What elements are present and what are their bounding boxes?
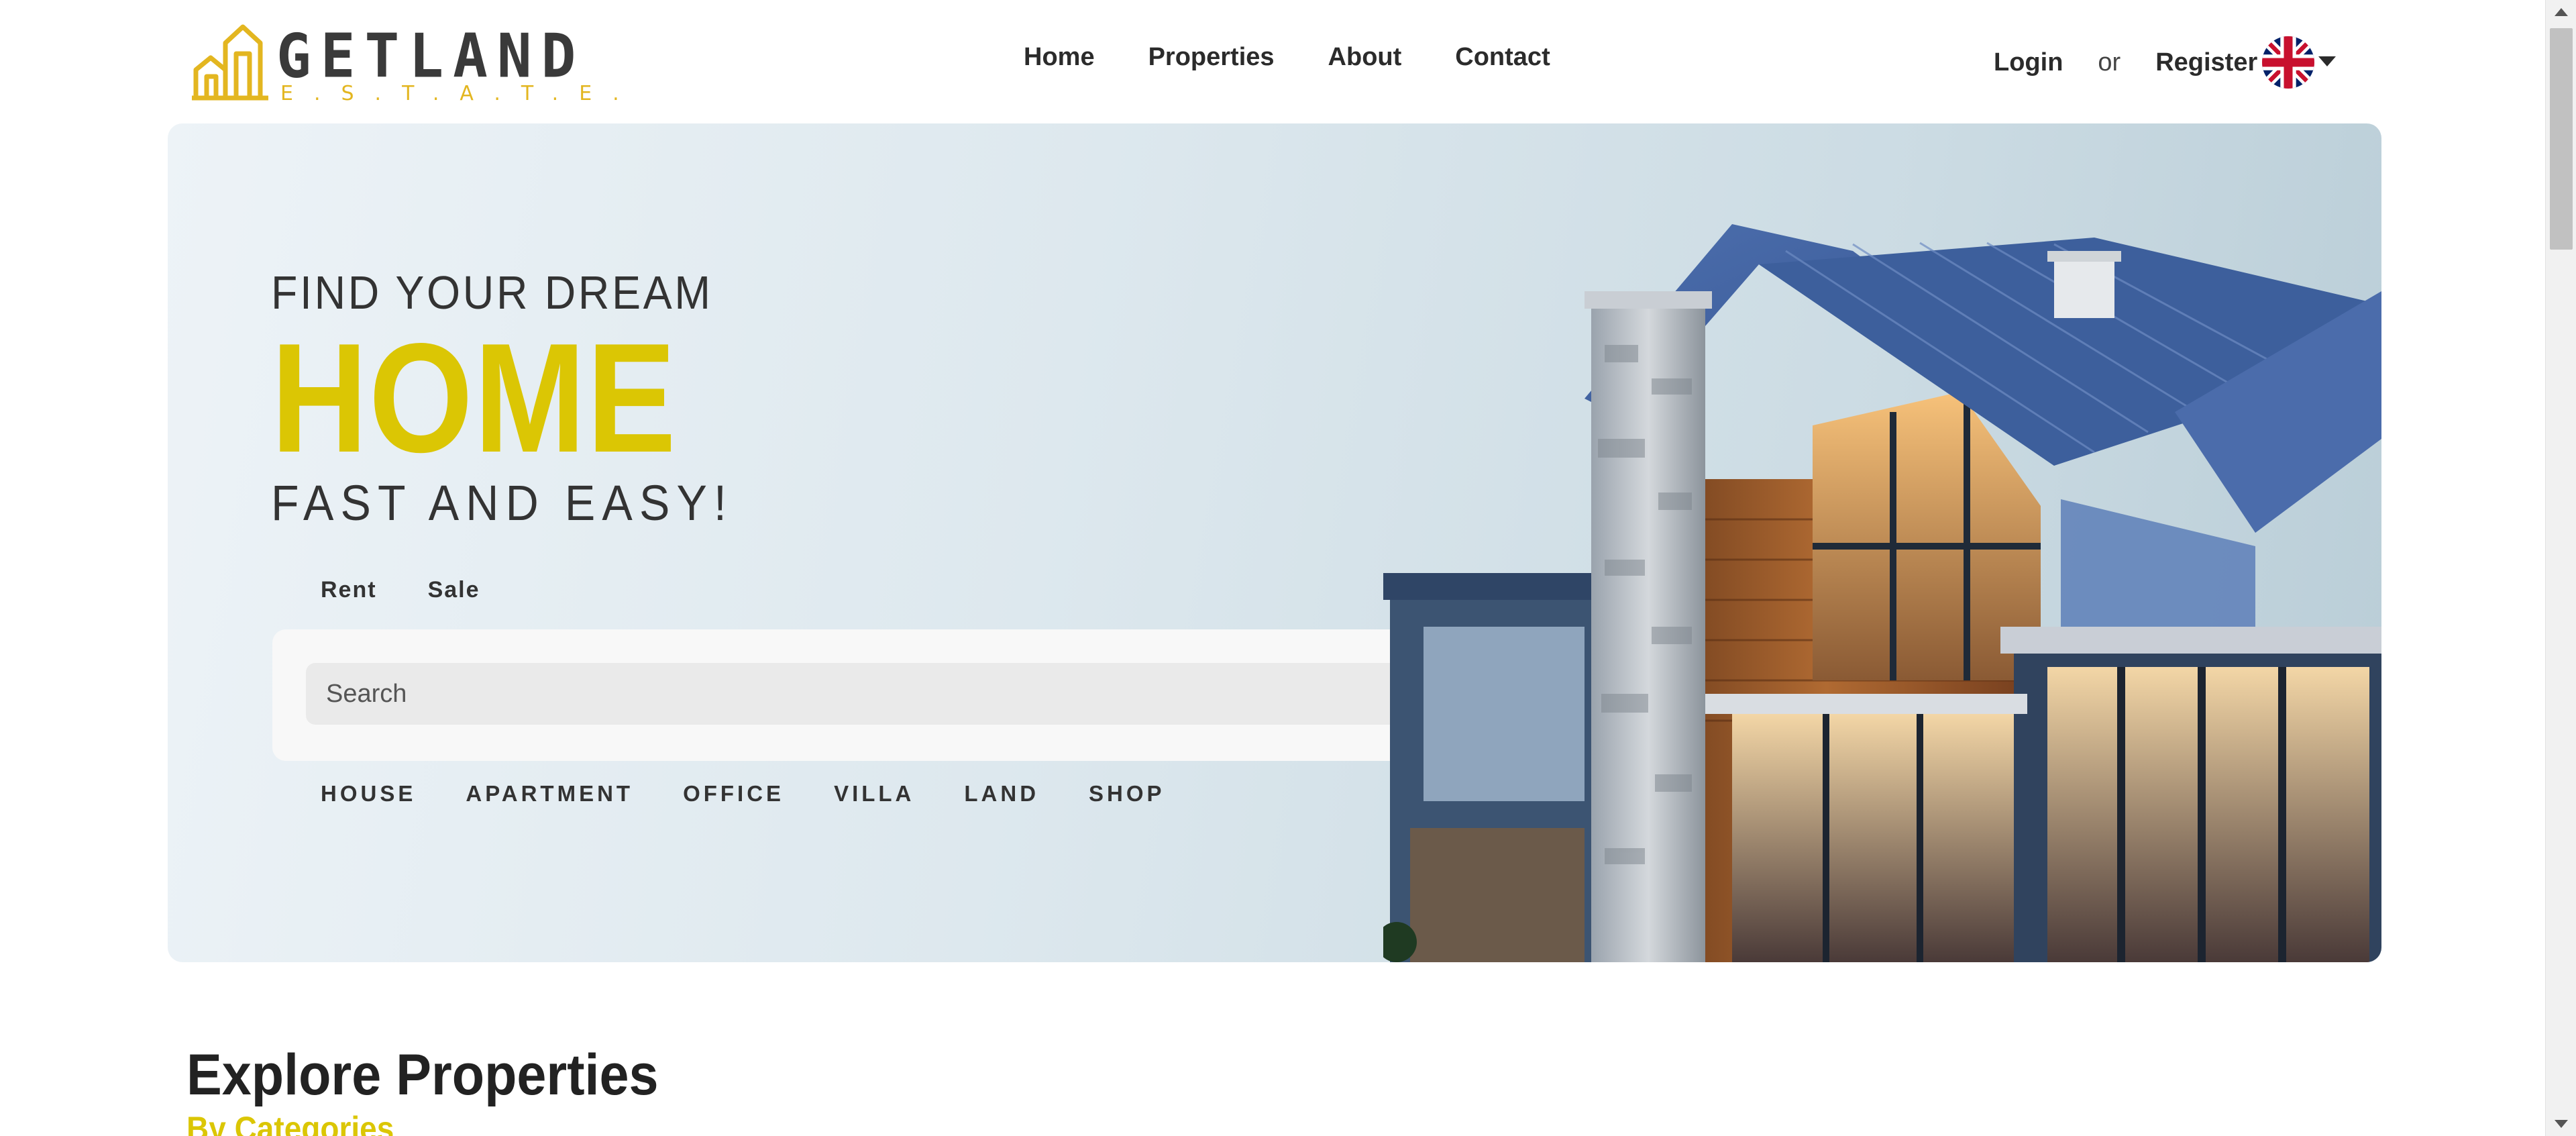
type-shop[interactable]: SHOP xyxy=(1089,781,1165,807)
deal-type-tabs: Rent Sale xyxy=(321,577,531,603)
type-house[interactable]: HOUSE xyxy=(321,781,416,807)
nav-home[interactable]: Home xyxy=(1024,40,1095,74)
type-villa[interactable]: VILLA xyxy=(834,781,914,807)
login-link[interactable]: Login xyxy=(1994,48,2063,77)
tab-rent[interactable]: Rent xyxy=(321,577,377,603)
hero-line-home: HOME xyxy=(271,311,678,485)
hero-house-image xyxy=(1383,224,2381,962)
brand-tagline: E.S.T.A.T.E. xyxy=(280,82,640,105)
type-apartment[interactable]: APARTMENT xyxy=(466,781,633,807)
scroll-down-arrow-icon[interactable] xyxy=(2555,1120,2568,1128)
nav-contact[interactable]: Contact xyxy=(1455,40,1550,74)
search-input[interactable] xyxy=(306,663,1413,725)
site-header: GETLAND E.S.T.A.T.E. Home Properties Abo… xyxy=(0,0,2545,123)
search-card xyxy=(272,629,1525,761)
tab-sale[interactable]: Sale xyxy=(428,577,480,603)
building-logo-icon xyxy=(192,24,268,101)
auth-separator: or xyxy=(2098,48,2121,76)
type-land[interactable]: LAND xyxy=(964,781,1039,807)
register-link[interactable]: Register xyxy=(2155,48,2257,77)
property-type-filters: HOUSE APARTMENT OFFICE VILLA LAND SHOP xyxy=(321,781,1215,807)
hero-line-fast: FAST AND EASY! xyxy=(271,475,734,531)
page-scrollbar[interactable] xyxy=(2545,0,2576,1136)
hero-heading: FIND YOUR DREAM HOME FAST AND EASY! xyxy=(271,264,773,534)
uk-flag-icon[interactable] xyxy=(2262,36,2314,89)
auth-links: Login or Register xyxy=(1994,46,2257,79)
scrollbar-thumb[interactable] xyxy=(2550,28,2573,250)
main-nav: Home Properties About Contact xyxy=(1024,40,1604,74)
type-office[interactable]: OFFICE xyxy=(683,781,784,807)
hero-banner: FIND YOUR DREAM HOME FAST AND EASY! Rent… xyxy=(168,123,2381,962)
nav-about[interactable]: About xyxy=(1328,40,1402,74)
language-dropdown-caret-icon[interactable] xyxy=(2318,56,2336,66)
nav-properties[interactable]: Properties xyxy=(1148,40,1275,74)
explore-subtitle: By Categories xyxy=(186,1110,394,1136)
explore-title: Explore Properties xyxy=(186,1043,659,1107)
brand-logo[interactable]: GETLAND E.S.T.A.T.E. xyxy=(191,21,619,105)
scroll-up-arrow-icon[interactable] xyxy=(2555,8,2568,16)
